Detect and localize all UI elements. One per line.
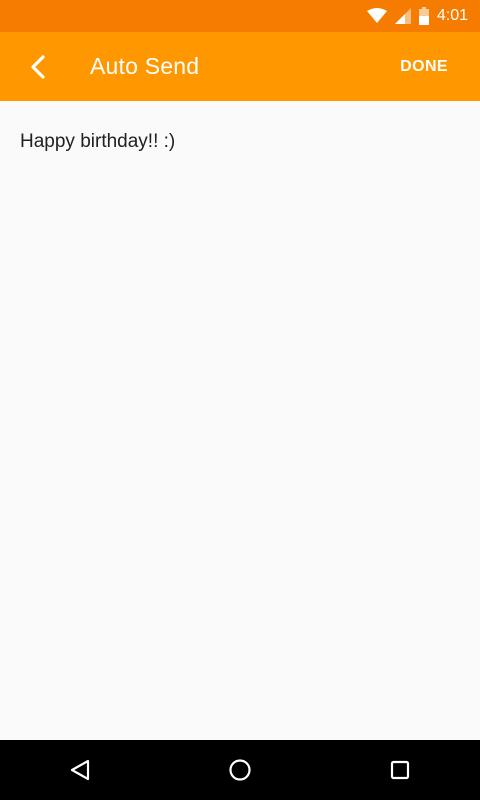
signal-icon: [394, 8, 411, 24]
back-triangle-icon: [70, 759, 90, 781]
app-bar: Auto Send DONE: [0, 32, 480, 101]
auto-send-message-text[interactable]: Happy birthday!! :): [20, 131, 175, 153]
navigation-bar: [0, 740, 480, 800]
nav-home-button[interactable]: [210, 740, 270, 800]
page-title: Auto Send: [90, 53, 200, 79]
battery-icon: [418, 7, 429, 25]
home-circle-icon: [229, 759, 251, 781]
nav-back-button[interactable]: [50, 740, 110, 800]
status-bar: 4:01: [0, 0, 480, 32]
done-button[interactable]: DONE: [400, 58, 448, 76]
chevron-left-icon: [31, 54, 45, 79]
message-editor[interactable]: Happy birthday!! :): [0, 101, 480, 740]
back-button[interactable]: [20, 49, 56, 85]
recents-square-icon: [390, 760, 410, 780]
wifi-icon: [366, 8, 387, 24]
status-time: 4:01: [436, 7, 468, 24]
nav-recents-button[interactable]: [370, 740, 430, 800]
